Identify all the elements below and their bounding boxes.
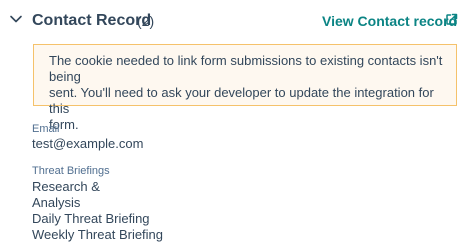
record-count: (2)	[137, 13, 155, 29]
chevron-down-icon[interactable]	[9, 12, 23, 26]
section-title: Contact Record	[32, 12, 152, 29]
external-link-icon[interactable]	[445, 13, 458, 26]
contact-record-card: Contact Record (2) View Contact record T…	[0, 0, 474, 249]
threat-briefings-label: Threat Briefings	[32, 165, 110, 177]
alert-line: sent. You'll need to ask your developer …	[49, 85, 434, 116]
email-value: test@example.com	[32, 136, 144, 151]
alert-message: The cookie needed to link form submissio…	[49, 53, 451, 133]
threat-briefing-value: Research &	[32, 179, 100, 194]
threat-briefing-value: Daily Threat Briefing	[32, 211, 150, 226]
email-label: Email	[32, 123, 60, 135]
cookie-warning-alert: The cookie needed to link form submissio…	[33, 44, 457, 132]
threat-briefing-value: Analysis	[32, 195, 81, 210]
view-contact-record-link[interactable]: View Contact record	[322, 13, 457, 29]
alert-line: The cookie needed to link form submissio…	[49, 53, 443, 84]
section-header: Contact Record (2) View Contact record	[0, 0, 474, 42]
alert-line: form.	[49, 117, 79, 132]
threat-briefing-value: Weekly Threat Briefing	[32, 227, 164, 242]
